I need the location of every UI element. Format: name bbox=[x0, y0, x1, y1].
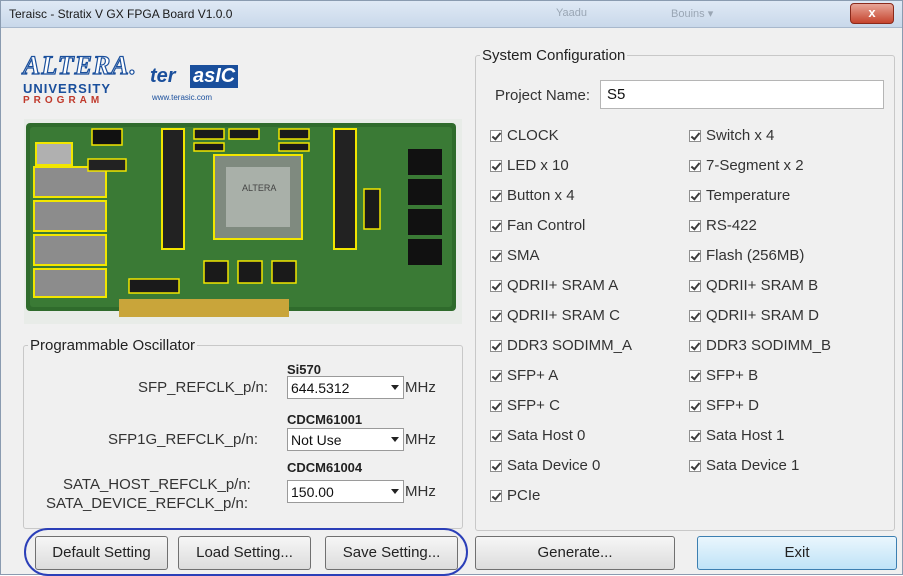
sata-refclk-value: 150.00 bbox=[291, 484, 334, 500]
terasic-logo-ter: ter bbox=[150, 65, 176, 87]
checkbox-checked-icon[interactable] bbox=[689, 250, 701, 262]
project-name-input[interactable]: S5 bbox=[600, 80, 884, 109]
checkbox-label: Sata Device 1 bbox=[706, 457, 800, 474]
close-button[interactable]: x bbox=[850, 3, 894, 24]
checkbox-label: SFP+ C bbox=[507, 397, 560, 414]
checkbox-checked-icon[interactable] bbox=[490, 490, 502, 502]
app-window: Teraisc - Stratix V GX FPGA Board V1.0.0… bbox=[0, 0, 903, 576]
background-window-text: Yaadu bbox=[556, 7, 587, 19]
checkbox-checked-icon[interactable] bbox=[490, 430, 502, 442]
university-text: UNIVERSITY bbox=[23, 81, 112, 96]
checkbox-checked-icon[interactable] bbox=[689, 370, 701, 382]
altera-logo: ALTERA. bbox=[22, 50, 138, 80]
checkbox-checked-icon[interactable] bbox=[689, 280, 701, 292]
terasic-logo-asic: asIC bbox=[190, 65, 239, 88]
checkbox-label: SFP+ A bbox=[507, 367, 559, 384]
logo-area: ALTERA. UNIVERSITY PROGRAM ter asIC www.… bbox=[22, 50, 443, 109]
checkbox-label: QDRII+ SRAM D bbox=[706, 307, 819, 324]
checkbox-label: SFP+ D bbox=[706, 397, 759, 414]
checkbox-label: PCIe bbox=[507, 487, 541, 504]
checkbox-label: Button x 4 bbox=[507, 187, 575, 204]
chevron-down-icon bbox=[391, 489, 399, 494]
checkbox-label: SMA bbox=[507, 247, 540, 264]
checkbox-label: Sata Host 0 bbox=[507, 427, 586, 444]
checkbox-label: SFP+ B bbox=[706, 367, 759, 384]
project-name-label: Project Name: bbox=[495, 87, 591, 104]
terasic-logo: ter asIC bbox=[150, 65, 242, 93]
sfp-refclk-unit: MHz bbox=[405, 379, 436, 396]
window-title: Teraisc - Stratix V GX FPGA Board V1.0.0 bbox=[9, 7, 233, 21]
checkbox-checked-icon[interactable] bbox=[490, 220, 502, 232]
si570-chip-label: Si570 bbox=[287, 362, 321, 377]
chevron-down-icon bbox=[391, 437, 399, 442]
checkbox-checked-icon[interactable] bbox=[689, 160, 701, 172]
checkbox-label: 7-Segment x 2 bbox=[706, 157, 804, 174]
sata-refclk-select[interactable]: 150.00 bbox=[287, 480, 404, 503]
oscillator-legend: Programmable Oscillator bbox=[30, 337, 196, 354]
checkbox-checked-icon[interactable] bbox=[490, 340, 502, 352]
sfp-refclk-select[interactable]: 644.5312 bbox=[287, 376, 404, 399]
svg-text:ALTERA: ALTERA bbox=[242, 183, 276, 193]
checkbox-label: DDR3 SODIMM_B bbox=[706, 337, 832, 354]
checkbox-checked-icon[interactable] bbox=[689, 400, 701, 412]
checkbox-checked-icon[interactable] bbox=[689, 430, 701, 442]
checkbox-label: Temperature bbox=[706, 187, 791, 204]
sfp-refclk-label: SFP_REFCLK_p/n: bbox=[138, 379, 269, 396]
board-image: ALTERA bbox=[24, 119, 462, 324]
system-configuration-legend: System Configuration bbox=[482, 47, 626, 64]
background-window-text: Bouins ▾ bbox=[671, 8, 714, 20]
checkbox-label: QDRII+ SRAM B bbox=[706, 277, 819, 294]
exit-button[interactable]: Exit bbox=[697, 536, 897, 570]
checkbox-label: Sata Device 0 bbox=[507, 457, 601, 474]
checkbox-checked-icon[interactable] bbox=[689, 130, 701, 142]
checkbox-checked-icon[interactable] bbox=[490, 160, 502, 172]
checkbox-label: Fan Control bbox=[507, 217, 586, 234]
sfp1g-refclk-label: SFP1G_REFCLK_p/n: bbox=[108, 431, 259, 448]
checkbox-label: Switch x 4 bbox=[706, 127, 775, 144]
highlight-annotation-oval bbox=[24, 528, 468, 576]
sata-device-refclk-label: SATA_DEVICE_REFCLK_p/n: bbox=[46, 495, 249, 512]
sfp1g-refclk-value: Not Use bbox=[291, 432, 342, 448]
checkbox-checked-icon[interactable] bbox=[490, 250, 502, 262]
checkbox-checked-icon[interactable] bbox=[490, 460, 502, 472]
cdcm61001-chip-label: CDCM61001 bbox=[287, 412, 363, 427]
checkbox-label: Sata Host 1 bbox=[706, 427, 785, 444]
checkbox-label: RS-422 bbox=[706, 217, 757, 234]
checkbox-checked-icon[interactable] bbox=[490, 190, 502, 202]
sfp1g-refclk-unit: MHz bbox=[405, 431, 436, 448]
generate-button[interactable]: Generate... bbox=[475, 536, 675, 570]
checkbox-checked-icon[interactable] bbox=[490, 130, 502, 142]
cdcm61004-chip-label: CDCM61004 bbox=[287, 460, 363, 475]
checkbox-checked-icon[interactable] bbox=[490, 370, 502, 382]
sata-refclk-unit: MHz bbox=[405, 483, 436, 500]
checkbox-checked-icon[interactable] bbox=[689, 220, 701, 232]
checkbox-label: Flash (256MB) bbox=[706, 247, 805, 264]
checkbox-checked-icon[interactable] bbox=[490, 310, 502, 322]
checkbox-label: CLOCK bbox=[507, 127, 559, 144]
chevron-down-icon bbox=[391, 385, 399, 390]
checkbox-checked-icon[interactable] bbox=[689, 340, 701, 352]
program-text: PROGRAM bbox=[23, 95, 104, 106]
terasic-url: www.terasic.com bbox=[152, 93, 213, 102]
sfp1g-refclk-select[interactable]: Not Use bbox=[287, 428, 404, 451]
checkbox-checked-icon[interactable] bbox=[689, 310, 701, 322]
title-bar: Teraisc - Stratix V GX FPGA Board V1.0.0… bbox=[1, 1, 902, 28]
checkbox-checked-icon[interactable] bbox=[490, 400, 502, 412]
checkbox-label: LED x 10 bbox=[507, 157, 569, 174]
checkbox-label: DDR3 SODIMM_A bbox=[507, 337, 633, 354]
checkbox-checked-icon[interactable] bbox=[689, 190, 701, 202]
sfp-refclk-value: 644.5312 bbox=[291, 380, 350, 396]
checkbox-label: QDRII+ SRAM C bbox=[507, 307, 620, 324]
sata-host-refclk-label: SATA_HOST_REFCLK_p/n: bbox=[63, 476, 251, 493]
checkbox-label: QDRII+ SRAM A bbox=[507, 277, 619, 294]
checkbox-checked-icon[interactable] bbox=[689, 460, 701, 472]
checkbox-checked-icon[interactable] bbox=[490, 280, 502, 292]
